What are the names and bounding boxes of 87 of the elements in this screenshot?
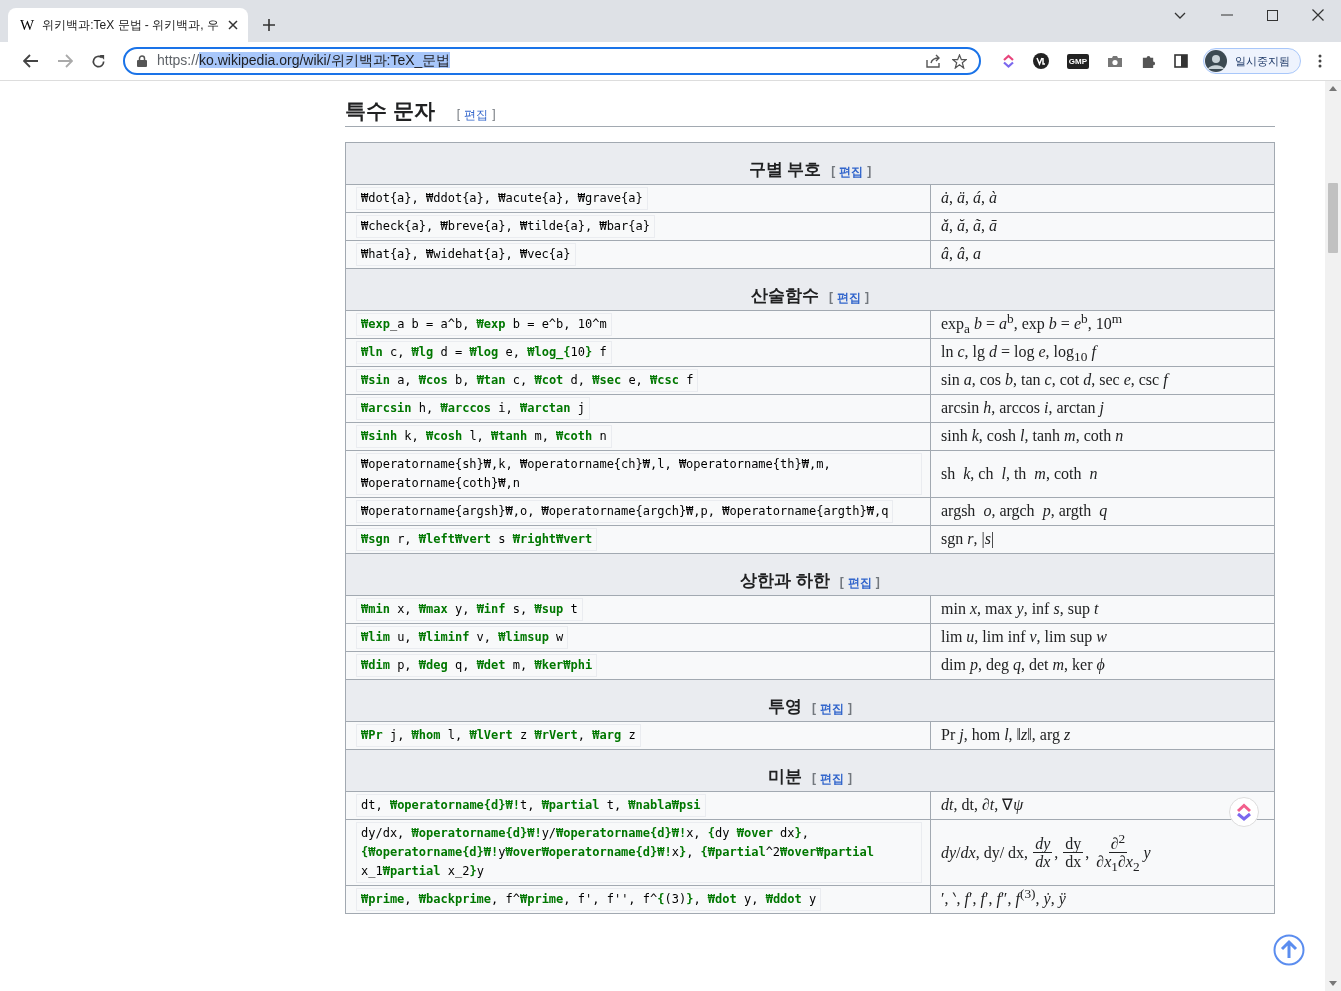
- maximize-icon[interactable]: [1267, 9, 1278, 21]
- code-snippet: ₩arcsin h, ₩arccos i, ₩arctan j: [356, 397, 590, 420]
- close-icon[interactable]: [1312, 9, 1324, 21]
- address-bar[interactable]: https://ko.wikipedia.org/wiki/위키백과:TeX_문법: [123, 47, 981, 75]
- formula: ȧ, ä, á, à: [941, 188, 997, 208]
- tab-title: 위키백과:TeX 문법 - 위키백과, 우: [42, 16, 220, 34]
- code-snippet: ₩lim u, ₩liminf v, ₩limsup w: [356, 626, 569, 649]
- formula: ′, ‵, f′, f′, f″, f$^{(3)}$, ẏ, ÿ: [941, 889, 1066, 909]
- code-snippet: ₩hat{a}, ₩widehat{a}, ₩vec{a}: [356, 243, 576, 266]
- extension-icon[interactable]: [1032, 53, 1049, 69]
- formula: sin a, cos b, tan c, cot d, sec e, csc f: [941, 370, 1168, 390]
- edit-link[interactable]: 편집: [464, 107, 489, 124]
- code-snippet: ₩sgn r, ₩left₩vert s ₩right₩vert: [356, 528, 598, 551]
- formula: lim u, lim inf v, lim sup w: [941, 627, 1107, 647]
- bracket: ]: [867, 164, 872, 180]
- camera-icon[interactable]: [1107, 54, 1123, 68]
- edit-link[interactable]: 편집: [839, 164, 864, 181]
- table-subheading: 투영: [768, 697, 802, 716]
- code-snippet: ₩prime, ₩backprime, f^₩prime, f', f'', f^{(3)}, ₩dot y, ₩ddot y: [356, 888, 822, 911]
- formula: exp$_{a}$ b = a$^{b}$, exp b = e$^{b}$, 10$^{m}$: [941, 314, 1123, 334]
- avatar-icon: [1205, 50, 1227, 72]
- code-snippet: ₩dim p, ₩deg q, ₩det m, ₩ker₩phi: [356, 654, 598, 677]
- formula: min x, max y, inf s, sup t: [941, 599, 1099, 619]
- code-snippet: ₩operatorname{sh}₩,k, ₩operatorname{ch}₩,l, ₩operatorname{th}₩,m, ₩operatorname{coth}₩,n: [356, 453, 922, 495]
- scroll-down-arrow-icon[interactable]: [1329, 981, 1337, 986]
- table-subheading: 상한과 하한: [740, 571, 830, 590]
- code-snippet: dy/dx, ₩operatorname{d}₩!y/₩operatorname{d}₩!x, {dy ₩over dx}, {₩operatorname{d}₩!y₩over₩operatorname{d}₩!x}, {₩partial^2₩over₩partial x_1₩partial x_2}y: [356, 822, 922, 883]
- sidebar-icon[interactable]: [1174, 54, 1188, 68]
- bracket: [: [829, 290, 833, 306]
- bracket: ]: [848, 771, 852, 787]
- share-icon[interactable]: [925, 54, 942, 68]
- edit-link[interactable]: 편집: [837, 290, 861, 307]
- table-subheading: 미분: [768, 767, 802, 786]
- bracket: [: [456, 107, 461, 123]
- url-text: https://ko.wikipedia.org/wiki/위키백과:TeX_문법: [157, 52, 451, 70]
- browser-tab[interactable]: W 위키백과:TeX 문법 - 위키백과, 우: [8, 8, 248, 42]
- bracket: [: [839, 575, 844, 591]
- arrow-up-icon[interactable]: [1273, 934, 1305, 966]
- back-arrow-icon[interactable]: [23, 54, 39, 68]
- code-snippet: dt, ₩operatorname{d}₩!t, ₩partial t, ₩nabla₩psi: [356, 794, 706, 817]
- edit-link[interactable]: 편집: [847, 575, 872, 592]
- formula: ǎ, ă, ã, ā: [941, 216, 997, 236]
- formula: sgn r, |s|: [941, 529, 995, 549]
- bracket: ]: [492, 107, 496, 123]
- code-snippet: ₩operatorname{argsh}₩,o, ₩operatorname{argch}₩,p, ₩operatorname{argth}₩,q: [356, 500, 894, 523]
- bracket: ]: [848, 701, 852, 717]
- formula: dim p, deg q, det m, ker ϕ: [941, 655, 1105, 675]
- reload-icon[interactable]: [91, 53, 106, 69]
- extension-badge[interactable]: GMP: [1066, 53, 1089, 69]
- puzzle-icon[interactable]: [1141, 53, 1156, 69]
- code-snippet: ₩ln c, ₩lg d = ₩log e, ₩log_{10} f: [356, 341, 612, 364]
- lock-icon: [137, 55, 147, 67]
- scrollbar[interactable]: [1325, 81, 1341, 991]
- menu-icon[interactable]: [1318, 54, 1322, 68]
- code-snippet: ₩check{a}, ₩breve{a}, ₩tilde{a}, ₩bar{a}: [356, 215, 655, 238]
- formula: dt, dt, ∂t, ∇ψ: [941, 795, 1024, 815]
- bracket: ]: [875, 575, 880, 591]
- bracket: ]: [865, 290, 869, 306]
- formula: sh k, ch l, th m, coth n: [941, 463, 1098, 484]
- profile-button[interactable]: 일시중지됨: [1203, 48, 1301, 74]
- code-snippet: ₩exp_a b = a^b, ₩exp b = e^b, 10^m: [356, 313, 612, 336]
- formula: argsh o, argch p, argth q: [941, 501, 1108, 521]
- scroll-up-arrow-icon[interactable]: [1329, 86, 1337, 91]
- table-subheading: 구별 부호: [748, 160, 822, 179]
- edit-link[interactable]: 편집: [820, 771, 844, 788]
- bracket: [: [812, 771, 816, 787]
- favicon: W: [20, 16, 35, 34]
- section-heading: 특수 문자: [345, 98, 435, 124]
- edit-link[interactable]: 편집: [820, 701, 844, 718]
- formula: sinh k, cosh l, tanh m, coth n: [941, 426, 1124, 446]
- code-snippet: ₩sinh k, ₩cosh l, ₩tanh m, ₩coth n: [356, 425, 612, 448]
- scroll-thumb[interactable]: [1328, 183, 1338, 253]
- formula: arcsin h, arccos i, arctan j: [941, 398, 1105, 418]
- bracket: [: [831, 164, 836, 180]
- code-snippet: ₩Pr j, ₩hom l, ₩lVert z ₩rVert, ₩arg z: [356, 724, 641, 747]
- chevrons-icon[interactable]: [1229, 797, 1259, 827]
- close-icon[interactable]: [228, 20, 238, 30]
- code-snippet: ₩dot{a}, ₩ddot{a}, ₩acute{a}, ₩grave{a}: [356, 187, 648, 210]
- table-subheading: 산술함수: [751, 286, 819, 305]
- chevrons-icon[interactable]: [1001, 54, 1015, 68]
- formula: ln c, lg d = log e, log$_{10}$ f: [941, 342, 1096, 362]
- code-snippet: ₩min x, ₩max y, ₩inf s, ₩sup t: [356, 598, 583, 621]
- star-icon[interactable]: [951, 53, 967, 69]
- bracket: [: [812, 701, 816, 717]
- code-snippet: ₩sin a, ₩cos b, ₩tan c, ₩cot d, ₩sec e, ₩csc f: [356, 369, 699, 392]
- plus-icon[interactable]: [262, 18, 276, 32]
- formula: â, â, a⃗: [941, 244, 994, 264]
